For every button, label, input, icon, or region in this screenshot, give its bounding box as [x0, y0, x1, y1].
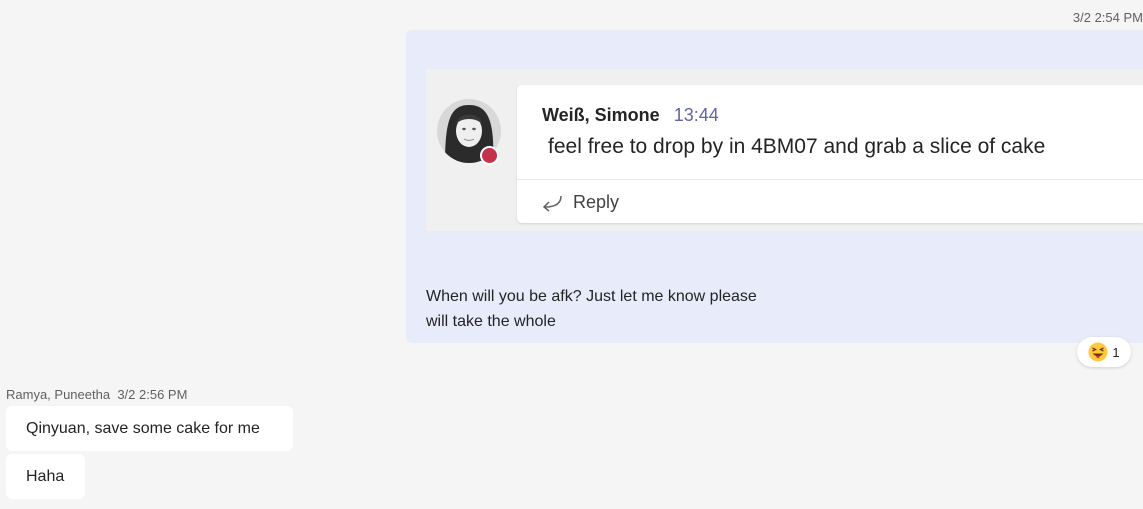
- reply-label: Reply: [573, 191, 620, 212]
- reaction-count: 1: [1112, 344, 1120, 360]
- quoted-time: 13:44: [673, 105, 719, 125]
- avatar[interactable]: [437, 99, 501, 165]
- my-message-bubble[interactable]: Weiß, Simone 13:44 feel free to drop by i…: [406, 30, 1143, 343]
- other-timestamp: 3/2 2:56 PM: [117, 387, 188, 402]
- message-timestamp: 3/2 2:54 PM: [1072, 10, 1143, 25]
- squinting-tongue-emoji-icon: [1088, 342, 1108, 362]
- reaction-badge[interactable]: 1: [1077, 337, 1131, 367]
- status-busy-indicator: [480, 146, 499, 165]
- other-message-header: Ramya, Puneetha 3/2 2:56 PM: [6, 387, 187, 402]
- message-line: will take the whole: [426, 313, 556, 330]
- message-line: When will you be afk? Just let me know p…: [426, 288, 757, 305]
- reply-button[interactable]: Reply: [539, 189, 619, 215]
- other-message-bubble[interactable]: Haha: [6, 454, 85, 499]
- my-message-text: When will you be afk? Just let me know p…: [426, 284, 757, 334]
- reply-arrow-icon: [542, 195, 562, 212]
- other-message-bubble[interactable]: Qinyuan, save some cake for me: [6, 406, 293, 451]
- quoted-message-text: feel free to drop by in 4BM07 and grab a…: [548, 135, 1046, 158]
- chat-thread: 3/2 2:54 PM Weiß, Simone 13:44 feel free…: [0, 0, 1143, 509]
- quoted-message-header: Weiß, Simone 13:44: [542, 105, 719, 126]
- other-author: Ramya, Puneetha: [6, 387, 111, 402]
- quoted-message-card[interactable]: Weiß, Simone 13:44 feel free to drop by i…: [426, 69, 1143, 231]
- divider: [517, 179, 1143, 180]
- quoted-author: Weiß, Simone: [542, 105, 660, 125]
- quoted-message-body[interactable]: Weiß, Simone 13:44 feel free to drop by i…: [517, 85, 1143, 223]
